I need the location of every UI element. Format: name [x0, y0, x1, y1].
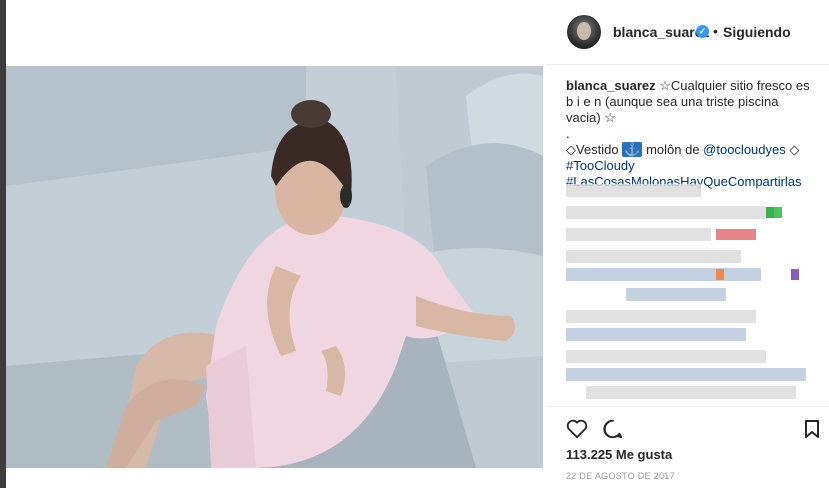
- author-username[interactable]: blanca_suarez: [613, 24, 710, 40]
- post-header: blanca_suarez ✓ • Siguiendo: [546, 0, 829, 65]
- blurred-emoji: [791, 269, 799, 280]
- caption-dot-line: .: [566, 126, 570, 141]
- mention-link[interactable]: @toocloudyes: [703, 142, 786, 157]
- blurred-comment: [566, 368, 806, 381]
- post-caption: blanca_suarez ☆Cualquier sitio fresco es…: [566, 78, 816, 190]
- post-photo[interactable]: [6, 66, 543, 468]
- comment-icon[interactable]: [602, 418, 624, 445]
- caption-dress-line: ◇Vestido ⚓ molôn de @toocloudyes ◇: [566, 142, 816, 158]
- verified-badge-icon: ✓: [696, 25, 709, 38]
- blurred-comment: [566, 228, 711, 241]
- heart-icon[interactable]: [566, 419, 588, 444]
- blurred-comment: [566, 184, 701, 197]
- blurred-emoji: [766, 207, 774, 218]
- blurred-comment: [566, 310, 756, 323]
- blurred-comment: [586, 386, 796, 399]
- hashtag-link-toocloudy[interactable]: #TooCloudy: [566, 158, 816, 174]
- avatar[interactable]: [567, 15, 601, 49]
- separator-dot: •: [713, 23, 718, 39]
- blurred-comment: [566, 268, 761, 281]
- caption-dress-mid: molôn de: [642, 142, 704, 157]
- blurred-comment: [626, 288, 726, 301]
- caption-username[interactable]: blanca_suarez: [566, 78, 656, 93]
- bookmark-icon[interactable]: [804, 419, 820, 444]
- post-image: [6, 66, 543, 468]
- blurred-emoji: [774, 207, 782, 218]
- blurred-comment: [566, 206, 766, 219]
- post-sidebar: blanca_suarez ✓ • Siguiendo blanca_suare…: [546, 0, 829, 488]
- following-button[interactable]: Siguiendo: [723, 24, 791, 40]
- caption-dress-prefix: ◇Vestido: [566, 142, 623, 157]
- caption-dress-suffix: ◇: [785, 142, 800, 157]
- blurred-comment: [566, 250, 741, 263]
- anchor-emoji-icon: ⚓: [622, 142, 643, 157]
- post-date[interactable]: 22 DE AGOSTO DE 2017: [566, 471, 675, 481]
- blurred-comment: [566, 350, 766, 363]
- blurred-emoji: [716, 229, 756, 240]
- blurred-comment: [566, 328, 746, 341]
- likes-count[interactable]: 113.225 Me gusta: [566, 447, 672, 462]
- blurred-emoji: [716, 269, 724, 280]
